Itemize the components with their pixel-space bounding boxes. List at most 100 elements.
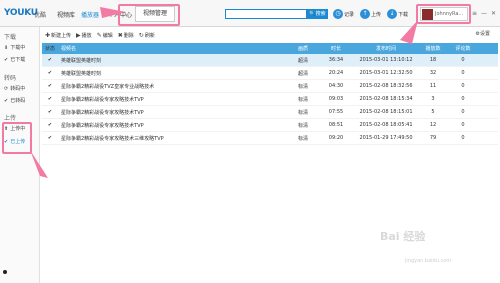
download-icon: ↓ — [387, 9, 397, 19]
col-comments[interactable]: 评论数 — [448, 45, 478, 52]
row-quality: 标清 — [297, 109, 308, 116]
row-comments: 0 — [461, 109, 465, 115]
row-comments: 0 — [461, 70, 465, 76]
spinner-icon: ⟳ — [4, 85, 9, 92]
table-row[interactable]: ✔ 星际争霸2精彩战役专家攻略技术三维攻略TVP 标清 09:20 2015-01-29… — [42, 132, 498, 145]
sidebar-group-upload: 上传 — [4, 115, 17, 122]
down-arrow-icon: ⬇ — [4, 44, 9, 51]
col-quality[interactable]: 画质 — [288, 45, 318, 52]
sidebar: 下载 ⬇ 下载中 ✔ 已下载 转码 ⟳ 转码中 ✔ 已转码 上传 ⬆ 上传中 ✔… — [0, 27, 40, 283]
row-duration: 07:55 — [328, 109, 344, 115]
sidebar-item-transcoded[interactable]: ✔ 已转码 — [4, 97, 25, 105]
row-video-name: 星际争霸2精彩战役TVZ皇家专业战略技术 — [61, 83, 155, 90]
logo-text: 优酷 — [34, 12, 47, 19]
search-button[interactable]: 🔍搜索 — [307, 9, 328, 19]
row-plays: 11 — [429, 83, 437, 89]
row-quality: 超清 — [297, 57, 308, 64]
row-duration: 09:20 — [328, 135, 344, 141]
new-upload-button[interactable]: ✚ 新建上传 — [45, 32, 71, 39]
row-quality: 标清 — [297, 122, 308, 129]
edit-icon: ✎ — [96, 31, 102, 39]
row-plays: 32 — [429, 70, 437, 76]
check-icon: ✔ — [4, 56, 9, 63]
table-row[interactable]: ✔ 英雄联盟英雄时刻 超清 20:24 2015-03-01 12:32:50 32 0 — [42, 67, 498, 80]
col-published[interactable]: 发布时间 — [354, 45, 418, 52]
table-row[interactable]: ✔ 星际争霸2精彩战役专家攻略技术TVP 标清 08:51 2015-02-08 18:… — [42, 119, 498, 132]
refresh-icon: ↻ — [138, 31, 144, 39]
annotation-highlight-user — [416, 4, 471, 24]
table-header: 状态 视频名 画质 时长 发布时间 播放数 评论数 — [42, 43, 498, 54]
row-quality: 标清 — [297, 83, 308, 90]
row-comments: 0 — [461, 96, 465, 102]
col-plays[interactable]: 播放数 — [418, 45, 448, 52]
annotation-highlight-uploaded — [2, 122, 32, 154]
clock-icon: ◷ — [333, 9, 343, 19]
sidebar-item-transcoding[interactable]: ⟳ 转码中 — [4, 85, 25, 93]
table-row[interactable]: ✔ 英雄联盟英雄时刻 超清 36:34 2015-03-01 13:10:12 18 0 — [42, 54, 498, 67]
table-row[interactable]: ✔ 星际争霸2精彩战役TVZ皇家专业战略技术 标清 04:30 2015-02-08 1… — [42, 80, 498, 93]
edit-button[interactable]: ✎ 编辑 — [97, 32, 113, 39]
history-button[interactable]: ◷ 记录 — [333, 7, 354, 21]
sidebar-group-download: 下载 — [4, 34, 17, 41]
row-status-check: ✔ — [47, 70, 53, 76]
row-published: 2015-03-01 12:32:50 — [359, 70, 413, 76]
row-comments: 0 — [461, 135, 465, 141]
row-published: 2015-02-08 18:05:41 — [359, 122, 413, 128]
sidebar-item-downloading[interactable]: ⬇ 下载中 — [4, 44, 25, 52]
row-published: 2015-01-29 17:49:50 — [359, 135, 413, 141]
settings-button[interactable]: ⚙设置 — [476, 30, 491, 37]
sidebar-item-downloaded[interactable]: ✔ 已下载 — [4, 56, 25, 64]
annotation-highlight-nav — [118, 4, 180, 26]
refresh-button[interactable]: ↻ 刷新 — [139, 32, 155, 39]
row-plays: 3 — [431, 96, 435, 102]
row-status-check: ✔ — [47, 135, 53, 141]
upload-icon: ↑ — [360, 9, 370, 19]
video-table: 状态 视频名 画质 时长 发布时间 播放数 评论数 ✔ 英雄联盟英雄时刻 超清 36:… — [42, 43, 498, 145]
cursor-dot — [3, 270, 7, 274]
col-name[interactable]: 视频名 — [58, 45, 288, 52]
table-row[interactable]: ✔ 星际争霸2精彩战役专家攻略技术TVP 标清 07:55 2015-02-08 18:… — [42, 106, 498, 119]
plus-icon: ✚ — [45, 31, 51, 39]
row-plays: 79 — [429, 135, 437, 141]
row-plays: 12 — [429, 122, 437, 128]
row-quality: 超清 — [297, 70, 308, 77]
watermark-url: jingyan.baidu.com — [405, 258, 452, 264]
row-video-name: 星际争霸2精彩战役专家攻略技术三维攻略TVP — [61, 135, 164, 142]
nav-video-library[interactable]: 视频库 — [57, 10, 75, 19]
row-video-name: 英雄联盟英雄时刻 — [61, 70, 102, 77]
menu-icon[interactable]: ≡ — [472, 10, 477, 17]
row-status-check: ✔ — [47, 96, 53, 102]
delete-button[interactable]: ✖ 删除 — [118, 32, 134, 39]
play-button[interactable]: ▶ 播放 — [76, 32, 92, 39]
close-icon[interactable]: ✕ — [491, 10, 496, 17]
row-status-check: ✔ — [47, 83, 53, 89]
search-input[interactable] — [225, 9, 307, 19]
minimize-icon[interactable]: — — [481, 10, 487, 17]
row-quality: 标清 — [297, 135, 308, 142]
play-icon: ▶ — [76, 31, 81, 39]
upload-button[interactable]: ↑ 上传 — [360, 7, 381, 21]
row-published: 2015-03-01 13:10:12 — [359, 57, 413, 63]
toolbar: ✚ 新建上传 ▶ 播放 ✎ 编辑 ✖ 删除 ↻ 刷新 — [42, 29, 498, 41]
row-video-name: 英雄联盟英雄时刻 — [61, 57, 102, 64]
check-icon: ✔ — [4, 97, 9, 104]
delete-icon: ✖ — [117, 31, 123, 39]
row-status-check: ✔ — [47, 57, 53, 63]
row-status-check: ✔ — [47, 109, 53, 115]
row-duration: 09:03 — [328, 96, 344, 102]
col-status[interactable]: 状态 — [42, 45, 58, 52]
row-duration: 20:24 — [328, 70, 344, 76]
row-published: 2015-02-08 18:32:56 — [359, 83, 413, 89]
youku-logo[interactable]: YOUKU — [4, 8, 38, 18]
download-button[interactable]: ↓ 下载 — [387, 7, 408, 21]
row-comments: 0 — [461, 57, 465, 63]
row-plays: 18 — [429, 57, 437, 63]
nav-player[interactable]: 播放器 — [81, 10, 99, 19]
col-duration[interactable]: 时长 — [318, 45, 354, 52]
row-published: 2015-02-08 18:15:01 — [359, 109, 413, 115]
row-duration: 08:51 — [328, 122, 344, 128]
row-comments: 0 — [461, 122, 465, 128]
table-row[interactable]: ✔ 星际争霸2精彩战役专家攻略技术TVP 标清 09:03 2015-02-08 18:… — [42, 93, 498, 106]
row-video-name: 星际争霸2精彩战役专家攻略技术TVP — [61, 96, 144, 103]
row-comments: 0 — [461, 83, 465, 89]
